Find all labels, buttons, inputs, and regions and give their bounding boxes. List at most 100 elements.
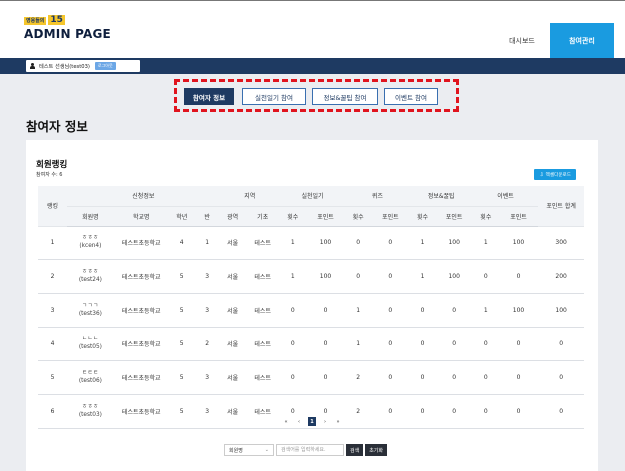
table-cell: 테스트초등학교 <box>113 327 169 362</box>
page-prev-button[interactable]: ‹ <box>295 417 303 426</box>
ranking-card: 회원랭킹 참여자 수: 6 ⇩ 엑셀다운로드 랭킹 신청정보 지역 실천일기 퀴… <box>26 140 598 471</box>
table-cell: 1 <box>472 293 499 328</box>
table-cell: 0 <box>345 226 372 261</box>
logout-button[interactable]: 로그아웃 <box>94 62 116 70</box>
table-cell: 테스트 <box>245 327 280 362</box>
table-cell: 0 <box>472 360 499 395</box>
table-cell: 0 <box>435 293 473 328</box>
table-cell: 3 <box>194 360 220 395</box>
member-name-cell: ㅎㅎㅎ (kcen4) <box>67 226 114 261</box>
table-cell: 0 <box>279 293 306 328</box>
logo-badge-number: 15 <box>48 15 65 25</box>
sub-header-cell: 횟수 <box>345 206 372 227</box>
table-cell: 0 <box>371 293 410 328</box>
rank-cell: 3 <box>38 293 68 328</box>
member-id: (test06) <box>78 378 102 385</box>
table-cell: 테스트초등학교 <box>113 360 169 395</box>
logo-badge-small: 영웅들의 <box>24 17 47 25</box>
excel-download-button[interactable]: ⇩ 엑셀다운로드 <box>534 169 576 180</box>
table-cell: 서울 <box>219 327 246 362</box>
table-cell: 1 <box>279 259 306 294</box>
member-name: ㅎㅎㅎ <box>82 269 99 276</box>
sub-header-cell: 회원명 <box>67 206 114 227</box>
table-cell: 0 <box>279 327 306 362</box>
user-icon <box>30 63 35 69</box>
table-cell: 100 <box>498 226 539 261</box>
header-rank: 랭킹 <box>38 186 68 227</box>
sub-header-cell: 포인트 <box>305 206 346 227</box>
member-name-cell: ㄱㄱㄱ (test36) <box>67 293 114 328</box>
member-name-cell: ㄴㄴㄴ (test05) <box>67 327 114 362</box>
table-cell: 0 <box>305 360 346 395</box>
table-cell: 3 <box>194 293 220 328</box>
user-info: 테스트 선생님(test03) 로그아웃 <box>26 60 140 72</box>
table-cell: 100 <box>498 293 539 328</box>
table-cell: 0 <box>371 360 410 395</box>
table-cell: 0 <box>498 327 539 362</box>
tab-event[interactable]: 이벤트 참여 <box>384 88 438 105</box>
page-first-button[interactable]: « <box>282 417 290 426</box>
table-cell: 100 <box>538 293 584 328</box>
table-cell: 0 <box>371 226 410 261</box>
table-cell: 1 <box>409 226 436 261</box>
table-row: 1 ㅎㅎㅎ (kcen4) 테스트초등학교 4 1 서울 테스트 1 100 0 0 1 100 1 100 3… <box>38 226 584 261</box>
table-cell: 1 <box>472 226 499 261</box>
table-cell: 0 <box>371 259 410 294</box>
ranking-table-body: 1 ㅎㅎㅎ (kcen4) 테스트초등학교 4 1 서울 테스트 1 100 0 0 1 100 1 100 3… <box>38 226 584 429</box>
table-cell: 0 <box>472 327 499 362</box>
search-type-select[interactable]: 회원명 ⌄ <box>224 444 274 456</box>
table-group-header-row: 랭킹 신청정보 지역 실천일기 퀴즈 정보&꿀팁 이벤트 포인트 합계 <box>38 186 584 227</box>
table-cell: 5 <box>168 293 195 328</box>
page-current[interactable]: 1 <box>308 417 316 426</box>
header-region: 지역 <box>219 186 280 207</box>
table-cell: 테스트초등학교 <box>113 259 169 294</box>
chevron-down-icon: ⌄ <box>264 447 269 453</box>
reset-button[interactable]: 초기화 <box>365 444 388 456</box>
table-cell: 300 <box>538 226 584 261</box>
sub-header-cell: 학교명 <box>113 206 169 227</box>
table-cell: 0 <box>409 360 436 395</box>
nav-participation[interactable]: 참여관리 <box>550 23 614 59</box>
table-cell: 100 <box>435 226 473 261</box>
table-cell: 1 <box>194 226 220 261</box>
logo[interactable]: 영웅들의 15 ADMIN PAGE <box>24 15 111 41</box>
table-cell: 1 <box>345 327 372 362</box>
table-cell: 5 <box>168 360 195 395</box>
table-cell: 5 <box>168 327 195 362</box>
table-cell: 서울 <box>219 293 246 328</box>
table-cell: 테스트 <box>245 293 280 328</box>
table-cell: 1 <box>279 226 306 261</box>
nav-dashboard[interactable]: 대시보드 <box>494 23 550 59</box>
user-bar: 테스트 선생님(test03) 로그아웃 <box>0 58 625 74</box>
table-cell: 0 <box>498 360 539 395</box>
table-cell: 테스트 <box>245 226 280 261</box>
sub-header-cell: 기초 <box>245 206 280 227</box>
tab-tips[interactable]: 정보&꿀팁 참여 <box>312 88 378 105</box>
card-title: 회원랭킹 <box>36 160 68 170</box>
table-cell: 0 <box>279 360 306 395</box>
tab-diary[interactable]: 실천일기 참여 <box>242 88 306 105</box>
tab-participant-info[interactable]: 참여자 정보 <box>184 88 234 105</box>
page-next-button[interactable]: › <box>321 417 329 426</box>
table-cell: 100 <box>435 259 473 294</box>
table-cell: 0 <box>472 259 499 294</box>
pagination: « ‹ 1 › » <box>26 417 598 426</box>
header-point-total: 포인트 합계 <box>538 186 584 227</box>
search-input[interactable] <box>276 444 344 456</box>
member-name-cell: ㅎㅎㅎ (test24) <box>67 259 114 294</box>
sub-header-cell: 광역 <box>219 206 246 227</box>
member-name: ㅎㅎㅎ <box>82 235 99 242</box>
participant-count: 참여자 수: 6 <box>36 172 63 178</box>
user-name: 테스트 선생님(test03) <box>39 63 90 70</box>
ranking-table: 랭킹 신청정보 지역 실천일기 퀴즈 정보&꿀팁 이벤트 포인트 합계 회원명 학… <box>38 186 584 429</box>
search-bar: 회원명 ⌄ 검색 초기화 <box>224 444 388 456</box>
page-last-button[interactable]: » <box>334 417 342 426</box>
header-application-info: 신청정보 <box>67 186 220 207</box>
logo-title: ADMIN PAGE <box>24 27 111 41</box>
search-button[interactable]: 검색 <box>346 444 364 456</box>
table-sub-header-row: 회원명 학교명 학년 반 광역 기초 횟수 포인트 횟수 포인트 횟수 포인트 횟수 포인트 <box>38 206 584 227</box>
member-name: ㅎㅎㅎ <box>82 403 99 410</box>
header-quiz: 퀴즈 <box>345 186 410 207</box>
member-name: ㅌㅌㅌ <box>82 370 99 377</box>
excel-download-label: 엑셀다운로드 <box>545 172 571 178</box>
